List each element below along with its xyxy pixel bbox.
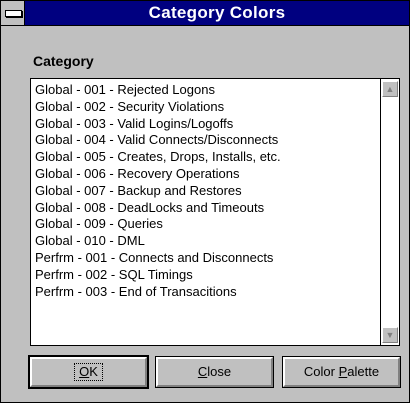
category-list-item[interactable]: Global - 010 - DML: [35, 233, 377, 250]
arrow-up-icon: ▲: [385, 84, 395, 94]
category-colors-dialog: Category Colors Category Global - 001 - …: [0, 0, 410, 403]
category-list-item[interactable]: Global - 006 - Recovery Operations: [35, 166, 377, 183]
color-palette-button[interactable]: Color Palette: [282, 356, 401, 388]
category-list-item[interactable]: Global - 003 - Valid Logins/Logoffs: [35, 116, 377, 133]
category-list-item[interactable]: Global - 008 - DeadLocks and Timeouts: [35, 200, 377, 217]
ok-button-label: OK: [74, 363, 103, 381]
category-label: Category: [33, 53, 94, 69]
category-list-item[interactable]: Perfrm - 002 - SQL Timings: [35, 267, 377, 284]
system-menu-icon: [5, 10, 22, 17]
close-button-label: Close: [197, 364, 232, 379]
vertical-scrollbar[interactable]: ▲ ▼: [380, 79, 399, 345]
category-listbox[interactable]: Global - 001 - Rejected Logons Global - 0…: [30, 78, 400, 346]
system-menu-button[interactable]: [1, 1, 25, 25]
category-list-item[interactable]: Perfrm - 003 - End of Transacitions: [35, 284, 377, 301]
category-list-item[interactable]: Perfrm - 001 - Connects and Disconnects: [35, 250, 377, 267]
category-list-item[interactable]: Global - 005 - Creates, Drops, Installs,…: [35, 149, 377, 166]
ok-button[interactable]: OK: [28, 355, 149, 389]
category-list-item[interactable]: Global - 001 - Rejected Logons: [35, 82, 377, 99]
title-bar: Category Colors: [1, 1, 409, 26]
close-button[interactable]: Close: [155, 356, 274, 388]
scroll-down-button[interactable]: ▼: [382, 327, 398, 343]
category-list-item[interactable]: Global - 002 - Security Violations: [35, 99, 377, 116]
category-list-item[interactable]: Global - 004 - Valid Connects/Disconnect…: [35, 132, 377, 149]
category-list: Global - 001 - Rejected Logons Global - 0…: [35, 82, 377, 300]
arrow-down-icon: ▼: [385, 330, 395, 340]
category-list-item[interactable]: Global - 007 - Backup and Restores: [35, 183, 377, 200]
category-list-item[interactable]: Global - 009 - Queries: [35, 216, 377, 233]
window-title: Category Colors: [148, 3, 286, 22]
color-palette-button-label: Color Palette: [303, 364, 380, 379]
scroll-up-button[interactable]: ▲: [382, 81, 398, 97]
